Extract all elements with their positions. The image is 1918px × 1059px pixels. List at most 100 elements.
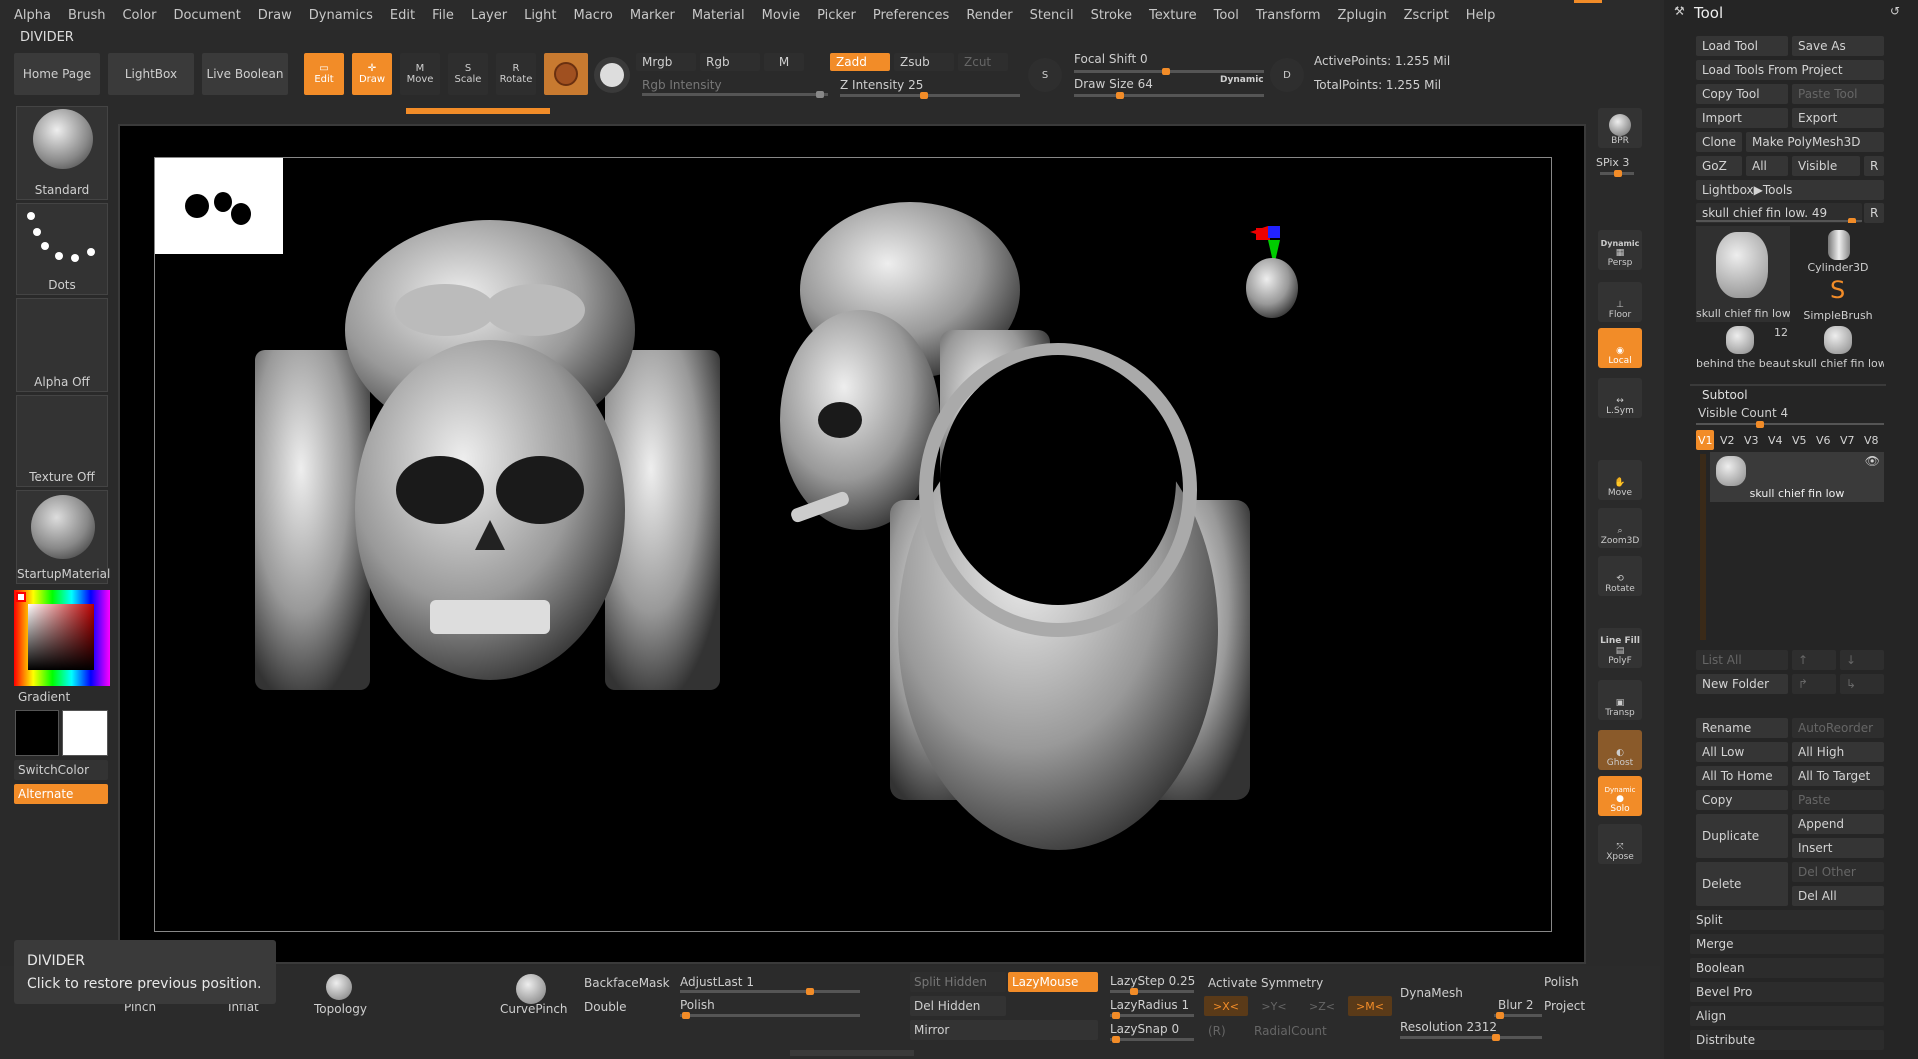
folder-in-button[interactable]: ↳ [1840, 674, 1884, 694]
new-folder-button[interactable]: New Folder [1696, 674, 1788, 694]
all-high-button[interactable]: All High [1792, 742, 1884, 762]
del-other-button[interactable]: Del Other [1792, 862, 1884, 882]
subtool-list-scrollbar[interactable] [1700, 454, 1706, 640]
symmetry-m-button[interactable]: >M< [1348, 996, 1392, 1016]
spray-button[interactable]: S [1028, 58, 1062, 92]
texture-tile[interactable]: Texture Off [16, 395, 108, 487]
menu-draw[interactable]: Draw [258, 8, 292, 23]
menu-edit[interactable]: Edit [390, 8, 415, 23]
resolution-slider[interactable] [1400, 1034, 1542, 1041]
visible-set-v1[interactable]: V1 [1696, 430, 1714, 450]
list-all-button[interactable]: List All [1696, 650, 1788, 670]
alpha-tile[interactable]: Alpha Off [16, 298, 108, 392]
tool-thumb-skull-2[interactable]: skull chief fin low [1792, 324, 1884, 370]
symmetry-z-button[interactable]: >Z< [1300, 996, 1344, 1016]
polish-dynamesh-button[interactable]: Polish [1544, 975, 1579, 989]
visible-set-v6[interactable]: V6 [1814, 430, 1834, 450]
visible-count-slider[interactable] [1696, 421, 1884, 428]
subtool-header[interactable]: Subtool [1702, 388, 1748, 402]
all-low-button[interactable]: All Low [1696, 742, 1788, 762]
backfacemask-button[interactable]: BackfaceMask [584, 976, 670, 990]
primary-color-swatch[interactable] [62, 710, 108, 756]
bevel-pro-section[interactable]: Bevel Pro [1690, 982, 1884, 1002]
menu-brush[interactable]: Brush [68, 8, 106, 23]
bpr-button[interactable]: BPR [1598, 108, 1642, 148]
draw-mode-button[interactable]: ✛ Draw [352, 53, 392, 95]
symmetry-y-button[interactable]: >Y< [1252, 996, 1296, 1016]
subtool-eye-icon[interactable]: 👁 [1865, 454, 1880, 468]
current-tool-r-button[interactable]: R [1864, 203, 1884, 223]
del-hidden-button[interactable]: Del Hidden [910, 996, 1006, 1016]
local-button[interactable]: ◉ Local [1598, 328, 1642, 368]
save-as-button[interactable]: Save As [1792, 36, 1884, 56]
lazyradius-slider[interactable] [1110, 1012, 1194, 1019]
panel-reset-icon[interactable]: ↺ [1890, 4, 1900, 18]
edit-mode-button[interactable]: ▭ Edit [304, 53, 344, 95]
xpose-button[interactable]: ⤧ Xpose [1598, 824, 1642, 864]
radialcount-label[interactable]: RadialCount [1254, 1024, 1327, 1038]
copy-tool-button[interactable]: Copy Tool [1696, 84, 1788, 104]
alternate-button[interactable]: Alternate [14, 784, 108, 804]
bottom-shelf-handle[interactable] [790, 1050, 914, 1056]
lightbox-button[interactable]: LightBox [108, 53, 194, 95]
rgb-intensity-slider[interactable] [642, 91, 828, 98]
paste-tool-button[interactable]: Paste Tool [1792, 84, 1884, 104]
topology-brush-icon[interactable] [326, 974, 352, 1000]
material-tile[interactable]: StartupMaterial [16, 490, 110, 584]
rotate-mode-button[interactable]: R Rotate [496, 53, 536, 95]
lazyradius-label[interactable]: LazyRadius 1 [1110, 998, 1189, 1012]
curvepinch-brush-icon[interactable] [516, 974, 546, 1004]
tool-thumb-simplebrush[interactable]: S SimpleBrush [1792, 276, 1884, 322]
goz-button[interactable]: GoZ [1696, 156, 1742, 176]
radial-r-button[interactable]: (R) [1208, 1024, 1226, 1038]
activate-symmetry-button[interactable]: Activate Symmetry [1208, 976, 1323, 990]
topology-brush-label[interactable]: Topology [314, 1002, 367, 1016]
menu-zplugin[interactable]: Zplugin [1338, 8, 1387, 23]
menu-tool[interactable]: Tool [1214, 8, 1239, 23]
rgb-button[interactable]: Rgb [700, 53, 760, 71]
adjustlast-slider[interactable] [680, 988, 860, 995]
dots-button[interactable]: D [1270, 58, 1304, 92]
split-section[interactable]: Split [1690, 910, 1884, 930]
menu-alpha[interactable]: Alpha [14, 8, 51, 23]
menu-dynamics[interactable]: Dynamics [309, 8, 373, 23]
lsym-button[interactable]: ↔ L.Sym [1598, 378, 1642, 418]
material-button[interactable] [544, 53, 588, 95]
goz-r-button[interactable]: R [1864, 156, 1884, 176]
polish-slider[interactable] [680, 1012, 860, 1019]
menu-render[interactable]: Render [966, 8, 1012, 23]
autoreorder-button[interactable]: AutoReorder [1792, 718, 1884, 738]
menu-document[interactable]: Document [173, 8, 240, 23]
folder-out-button[interactable]: ↱ [1792, 674, 1836, 694]
visible-set-v2[interactable]: V2 [1718, 430, 1738, 450]
persp-button[interactable]: Dynamic ▦ Persp [1598, 230, 1642, 270]
menu-macro[interactable]: Macro [574, 8, 613, 23]
menu-color[interactable]: Color [122, 8, 156, 23]
spix-label[interactable]: SPix 3 [1596, 156, 1629, 169]
insert-button[interactable]: Insert [1792, 838, 1884, 858]
lazysnap-label[interactable]: LazySnap 0 [1110, 1022, 1179, 1036]
rename-button[interactable]: Rename [1696, 718, 1788, 738]
mrgb-button[interactable]: Mrgb [636, 53, 696, 71]
visible-set-v7[interactable]: V7 [1838, 430, 1858, 450]
adjustlast-label[interactable]: AdjustLast 1 [680, 975, 754, 989]
dynamic-label[interactable]: Dynamic [1220, 75, 1264, 85]
move-mode-button[interactable]: M Move [400, 53, 440, 95]
mirror-button[interactable]: Mirror [910, 1020, 1098, 1040]
tool-thumb-skull[interactable]: skull chief fin low [1696, 226, 1790, 322]
live-boolean-button[interactable]: Live Boolean [202, 53, 288, 95]
lazysnap-slider[interactable] [1110, 1036, 1194, 1043]
lazystep-label[interactable]: LazyStep 0.25 [1110, 974, 1195, 988]
spix-slider[interactable] [1600, 170, 1634, 177]
ghost-button[interactable]: ◐ Ghost [1598, 730, 1642, 770]
transp-button[interactable]: ▣ Transp [1598, 680, 1642, 720]
menu-picker[interactable]: Picker [817, 8, 856, 23]
boolean-section[interactable]: Boolean [1690, 958, 1884, 978]
lazystep-slider[interactable] [1110, 988, 1194, 995]
current-tool-slider[interactable]: skull chief fin low. 49 [1696, 203, 1862, 223]
visible-set-v3[interactable]: V3 [1742, 430, 1762, 450]
zadd-button[interactable]: Zadd [830, 53, 890, 71]
visible-set-v8[interactable]: V8 [1862, 430, 1884, 450]
tool-thumb-cylinder[interactable]: Cylinder3D [1792, 226, 1884, 274]
rotate-view-button[interactable]: ⟲ Rotate [1598, 556, 1642, 596]
